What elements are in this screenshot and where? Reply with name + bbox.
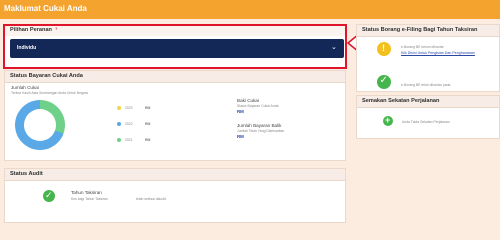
status-audit-panel: Status Audit ✓ Tahun Taksiran Kes bagi T… bbox=[4, 168, 346, 223]
status-borang-panel: Status Borang e-Filing Bagi Tahun Taksir… bbox=[356, 24, 500, 92]
success-icon: ✓ bbox=[377, 75, 391, 89]
borang-pending-text: e-Borang BE belum dihantar bbox=[401, 45, 444, 49]
semakan-sekatan-panel: Semakan Sekatan Perjalanan + Anda Tiada … bbox=[356, 95, 500, 139]
thank-you-text: Terima Kasih Atas Sumbangan Anda Untuk N… bbox=[11, 91, 88, 95]
legend-2023-rm: RM bbox=[145, 106, 151, 110]
status-bayaran-panel: Status Bayaran Cukai Anda Jumlah Cukai T… bbox=[4, 70, 346, 161]
check-icon: ✓ bbox=[43, 190, 55, 202]
baki-cukai-value: RM bbox=[237, 109, 244, 114]
legend-2021-rm: RM bbox=[145, 138, 151, 142]
donut-hole bbox=[24, 109, 56, 141]
borang-submitted-text: e-Borang BE telah dihantar pada bbox=[401, 83, 451, 87]
status-bayaran-header: Status Bayaran Cukai Anda bbox=[5, 71, 345, 83]
warning-icon: ! bbox=[377, 42, 391, 56]
status-borang-header: Status Borang e-Filing Bagi Tahun Taksir… bbox=[357, 25, 499, 37]
status-bayaran-title: Status Bayaran Cukai Anda bbox=[10, 73, 83, 79]
legend-2021-year: 2021 bbox=[125, 138, 133, 142]
sekatan-status-text: Anda Tiada Sekatan Perjalanan bbox=[402, 120, 450, 124]
page-header: Maklumat Cukai Anda bbox=[0, 0, 500, 19]
highlight-box bbox=[3, 24, 347, 69]
legend-2022-year: 2022 bbox=[125, 122, 133, 126]
page-title: Maklumat Cukai Anda bbox=[4, 4, 87, 13]
plus-icon: + bbox=[383, 115, 393, 126]
status-audit-title: Status Audit bbox=[10, 171, 43, 177]
baki-cukai-title: Baki Cukai bbox=[237, 98, 259, 103]
jumlah-bayaran-balik-desc: Jumlah Telah Yang Dikeluarkan bbox=[237, 129, 285, 133]
tahun-taksiran-label: Tahun Taksiran bbox=[71, 190, 102, 195]
status-borang-title: Status Borang e-Filing Bagi Tahun Taksir… bbox=[362, 27, 478, 33]
legend-2021-dot bbox=[117, 138, 121, 142]
borang-submit-link[interactable]: Klik Disini Untuk Pengisian Dan Penghant… bbox=[401, 51, 475, 55]
baki-cukai-desc: Status Bayaran Cukai Anda bbox=[237, 104, 279, 108]
semakan-sekatan-header: Semakan Sekatan Perjalanan bbox=[357, 96, 499, 108]
legend-2022-rm: RM bbox=[145, 122, 151, 126]
audit-desc-2: telah selesai diaudit. bbox=[136, 197, 167, 201]
semakan-sekatan-title: Semakan Sekatan Perjalanan bbox=[362, 98, 440, 104]
jumlah-cukai-label: Jumlah Cukai bbox=[11, 85, 39, 90]
legend-2023-year: 2023 bbox=[125, 106, 133, 110]
jumlah-bayaran-balik-title: Jumlah Bayaran Balik bbox=[237, 123, 282, 128]
audit-desc: Kes bagi Tahun Taksiran bbox=[71, 197, 108, 201]
status-audit-header: Status Audit bbox=[5, 169, 345, 181]
jumlah-bayaran-balik-value: RM bbox=[237, 134, 244, 139]
legend-2022-dot bbox=[117, 122, 121, 126]
legend-2023-dot bbox=[117, 106, 121, 110]
